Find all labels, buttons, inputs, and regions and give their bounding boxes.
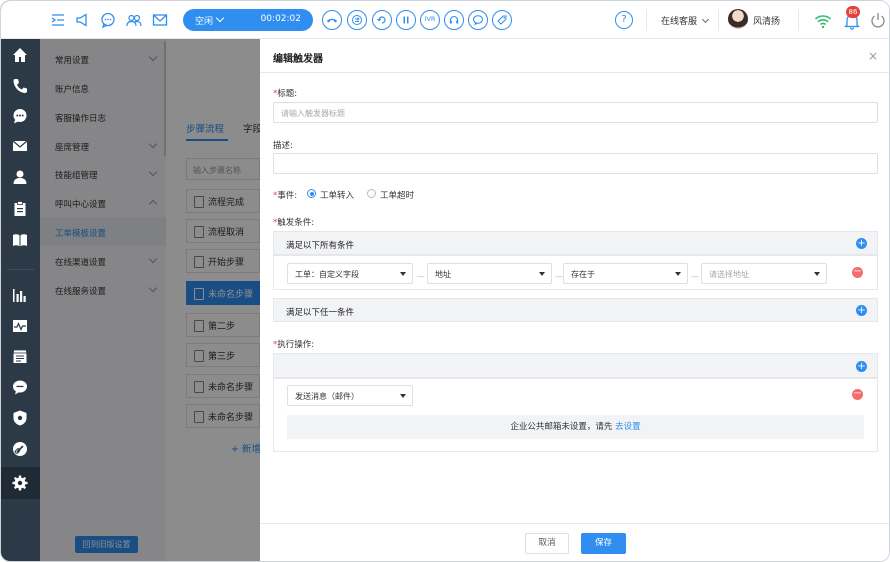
avatar[interactable] [728,9,748,29]
shield-icon[interactable] [10,408,30,428]
comment-button[interactable] [468,10,488,30]
chat-bubble-icon[interactable] [99,11,117,29]
modal-overlay[interactable] [40,39,260,561]
call-timer: 00:02:02 [260,14,301,24]
trigger-title-input[interactable]: 请输入触发器标题 [273,102,878,123]
indent-icon[interactable] [49,11,67,29]
username[interactable]: 风清扬 [753,14,780,27]
contacts-icon[interactable] [125,11,143,29]
edit-trigger-drawer: 编辑触发器 × *标题: 请输入触发器标题 描述: *事件: 工单转入 工单超时… [260,39,889,561]
help-icon[interactable]: ? [615,11,633,29]
all-conditions-header: 满足以下所有条件 + [273,231,878,255]
description-input[interactable] [273,153,878,174]
hold-button[interactable] [396,10,416,30]
transfer-button[interactable] [347,10,367,30]
any-conditions-header: 满足以下任一条件 + [273,298,878,322]
description-label: 描述: [273,141,293,151]
chevron-down-icon [701,15,710,24]
action-label-text: 执行操作: [277,340,315,350]
toolbar-divider [718,9,719,31]
condition-subfield-select[interactable]: 地址 [427,263,552,284]
bar-chart-icon[interactable] [10,285,30,305]
online-mode-label: 在线客服 [661,17,698,27]
remove-action-icon[interactable]: − [852,389,863,400]
envelope-icon[interactable] [151,11,169,29]
remove-condition-icon[interactable]: − [852,267,863,278]
event-label: *事件: [273,191,298,201]
action-header: + [273,353,878,378]
book-icon[interactable] [10,230,30,250]
clipboard-icon[interactable] [10,199,30,219]
hangup-button[interactable] [322,10,342,30]
separator: — [417,272,425,281]
gear-icon[interactable] [10,473,30,493]
warning-text: 企业公共邮箱未设置，请先 [510,422,613,432]
add-action-icon[interactable]: + [856,361,867,372]
radio-label[interactable]: 工单超时 [380,189,414,201]
headset-button[interactable] [444,10,464,30]
condition-field-select[interactable]: 工单：自定义字段 [287,263,413,284]
condition-label: *触发条件: [273,218,315,228]
calendar-icon[interactable] [10,346,30,366]
email-warning-banner: 企业公共邮箱未设置，请先 去设置 [287,415,864,439]
power-icon[interactable] [869,11,887,29]
radio-ticket-timeout[interactable] [367,189,376,198]
radio-label[interactable]: 工单转入 [320,189,354,201]
action-label: *执行操作: [273,340,315,350]
add-condition-icon[interactable]: + [856,305,867,316]
all-conditions-title: 满足以下所有条件 [286,241,355,251]
home-icon[interactable] [10,45,30,65]
chat-icon[interactable] [10,106,30,126]
monitor-icon[interactable] [10,316,30,336]
agent-status[interactable]: 空闲 [195,14,213,27]
mail-icon[interactable] [10,136,30,156]
add-condition-icon[interactable]: + [856,238,867,249]
drawer-title: 编辑触发器 [273,54,323,65]
condition-operator-select[interactable]: 存在于 [563,263,688,284]
close-icon[interactable]: × [868,49,878,63]
app-window: 空闲 00:02:02 IVR ? 在线客服 风清扬 86 常用设置 账户信息 … [0,0,890,562]
radio-ticket-transfer[interactable] [307,189,316,198]
online-mode-select[interactable]: 在线客服 [661,14,710,27]
tag-button[interactable] [492,10,512,30]
chevron-down-icon[interactable] [215,13,225,23]
ivr-button[interactable]: IVR [420,10,440,30]
divider [260,72,889,73]
left-nav [1,1,40,561]
go-settings-link[interactable]: 去设置 [615,422,641,432]
user-icon[interactable] [10,167,30,187]
call-status-bar[interactable]: 空闲 00:02:02 [183,9,313,31]
any-conditions-title: 满足以下任一条件 [286,308,355,318]
link-icon[interactable] [10,439,30,459]
cancel-button[interactable]: 取消 [525,533,569,554]
separator: — [555,272,563,281]
wifi-icon [814,12,832,30]
divider [260,523,889,524]
condition-value-select[interactable]: 请选择地址 [701,263,827,284]
consult-button[interactable] [372,10,392,30]
notification-badge: 86 [846,6,860,18]
message-icon[interactable] [10,377,30,397]
title-label-text: 标题: [277,89,298,99]
event-label-text: 事件: [277,191,298,201]
title-label: *标题: [273,89,298,99]
toolbar-divider [798,9,799,31]
top-toolbar: 空闲 00:02:02 IVR ? 在线客服 风清扬 86 [1,1,889,39]
save-button[interactable]: 保存 [581,533,626,554]
toolbar-divider [646,9,647,31]
separator: — [691,272,699,281]
phone-icon[interactable] [10,76,30,96]
megaphone-icon[interactable] [74,11,92,29]
condition-label-text: 触发条件: [277,218,315,228]
nav-divider [7,269,34,270]
action-type-select[interactable]: 发送消息（邮件） [287,385,413,406]
